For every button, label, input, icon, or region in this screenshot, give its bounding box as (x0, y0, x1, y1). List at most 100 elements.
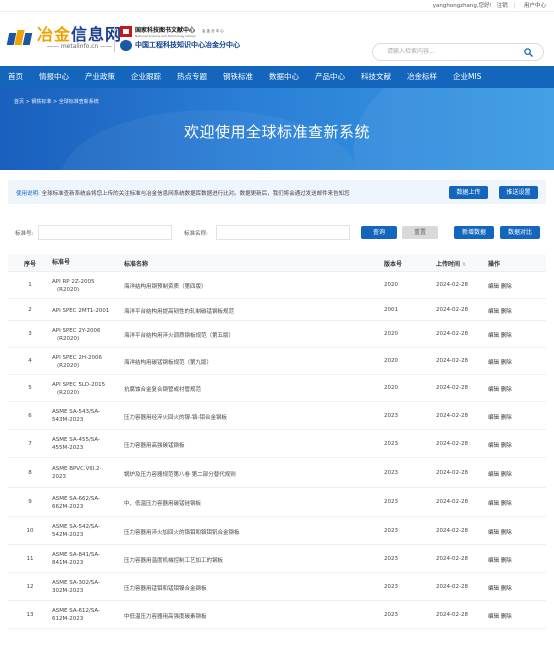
col-date[interactable]: 上传时间 ⇅ (436, 259, 466, 268)
edit-link[interactable]: 编辑 (488, 415, 499, 421)
row-version: 2001 (384, 306, 398, 313)
edit-link[interactable]: 编辑 (488, 558, 499, 564)
row-idx: 4 (28, 358, 32, 364)
row-upload-date: 2024-02-28 (436, 527, 468, 534)
row-upload-date: 2024-02-28 (436, 306, 468, 313)
delete-link[interactable]: 删除 (501, 558, 512, 564)
query-button[interactable]: 查询 (361, 226, 397, 239)
delete-link[interactable]: 删除 (501, 530, 512, 536)
edit-link[interactable]: 编辑 (488, 501, 499, 507)
row-std-no: ASME SA-543/SA- 543M-2023 (52, 409, 101, 423)
row-std-name: 海洋平台结构用提高韧性的轧制碳锰钢板规范 (124, 308, 235, 315)
push-settings-button[interactable]: 推送设置 (499, 186, 538, 199)
logout-link[interactable]: 注销 (497, 3, 508, 9)
reset-button[interactable]: 重置 (402, 226, 438, 239)
delete-link[interactable]: 删除 (501, 415, 512, 421)
edit-link[interactable]: 编辑 (488, 530, 499, 536)
delete-link[interactable]: 删除 (501, 472, 512, 478)
row-version: 2023 (384, 499, 398, 505)
partner-logos: 国家科技图书文献中心 National Science and Technolo… (120, 24, 240, 52)
row-std-name: 海洋结构用碳锰钢板规范（第九版） (124, 360, 213, 366)
edit-link[interactable]: 编辑 (488, 333, 499, 339)
row-idx: 5 (28, 385, 32, 391)
delete-link[interactable]: 删除 (501, 309, 512, 315)
user-center-link[interactable]: 用户中心 (524, 3, 546, 9)
filter-bar: 标准号: 标准名称: 查询 重置 新增数据 数据对比 (8, 222, 546, 244)
edit-link[interactable]: 编辑 (488, 387, 499, 393)
row-actions: 编辑 删除 (488, 612, 512, 620)
table-header: 序号 标准号 标准名称 版本号 上传时间 ⇅ 操作 (8, 254, 546, 272)
edit-link[interactable]: 编辑 (488, 586, 499, 592)
nav-item-policy[interactable]: 产业政策 (77, 66, 123, 88)
nstl-logo-icon (120, 25, 132, 37)
breadcrumb[interactable]: 首页 > 钢铁标准 > 全球标准查新系统 (14, 98, 99, 105)
row-actions: 编辑 删除 (488, 441, 512, 449)
std-name-input[interactable] (216, 225, 350, 240)
row-std-no: ASME SA-455/SA- 455M-2023 (52, 437, 101, 451)
table-row: 7 ASME SA-455/SA- 455M-2023 压力容器用高强碳锰钢板 2023… (8, 430, 546, 458)
delete-link[interactable]: 删除 (501, 284, 512, 290)
row-idx: 11 (26, 555, 34, 562)
edit-link[interactable]: 编辑 (488, 360, 499, 366)
col-idx: 序号 (23, 261, 36, 268)
delete-link[interactable]: 删除 (501, 387, 512, 393)
data-upload-button[interactable]: 数据上传 (449, 186, 488, 199)
compare-data-button[interactable]: 数据对比 (500, 226, 540, 239)
site-logo[interactable]: 冶金信息网 —— metalinfo.cn —— (6, 26, 122, 51)
delete-link[interactable]: 删除 (501, 614, 512, 620)
row-idx: 8 (28, 469, 32, 476)
delete-link[interactable]: 删除 (501, 360, 512, 366)
header-divider (114, 26, 115, 52)
nav-item-products[interactable]: 产品中心 (307, 66, 353, 88)
row-std-no: ASME SA-612/SA- 612M-2023 (52, 608, 101, 622)
nav-item-intel[interactable]: 情报中心 (31, 66, 77, 88)
header: 冶金信息网 —— metalinfo.cn —— 国家科技图书文献中心 Nati… (0, 12, 554, 66)
nav-item-mis[interactable]: 企业MIS (445, 66, 489, 88)
add-data-button[interactable]: 新增数据 (454, 226, 494, 239)
edit-link[interactable]: 编辑 (488, 443, 499, 449)
row-std-no: ASME BPVC.VIII.2- 2023 (52, 466, 102, 480)
delete-link[interactable]: 删除 (501, 443, 512, 449)
row-actions: 编辑 删除 (488, 499, 512, 507)
row-actions: 编辑 删除 (488, 528, 512, 536)
delete-link[interactable]: 删除 (501, 501, 512, 507)
user-greeting: yanghongzhang,您好! (432, 3, 492, 9)
edit-link[interactable]: 编辑 (488, 309, 499, 315)
main-nav: 首页 情报中心 产业政策 企业跟踪 热点专题 钢铁标准 数据中心 产品中心 科技… (0, 66, 554, 88)
table-row: 6 ASME SA-543/SA- 543M-2023 压力容器用经淬火回火的镍-铬-… (8, 402, 546, 430)
table-row: 8 ASME BPVC.VIII.2- 2023 锅炉及压力容器规范第八卷 第二部分替… (8, 458, 546, 488)
row-upload-date: 2024-02-28 (436, 282, 468, 288)
row-std-no: API SPEC 2Y-2006 (R2020) (52, 327, 101, 342)
search-input[interactable] (387, 48, 517, 55)
nav-item-enterprise[interactable]: 企业跟踪 (123, 66, 169, 88)
delete-link[interactable]: 删除 (501, 333, 512, 339)
nav-item-topics[interactable]: 热点专题 (169, 66, 215, 88)
hero-banner: 首页 > 钢铁标准 > 全球标准查新系统 欢迎使用全球标准查新系统 (0, 88, 554, 170)
logo-url: —— metalinfo.cn —— (46, 43, 113, 50)
row-upload-date: 2024-02-28 (436, 611, 468, 618)
delete-link[interactable]: 删除 (501, 586, 512, 592)
row-std-no: ASME SA-302/SA- 302M-2023 (52, 580, 101, 594)
nav-item-literature[interactable]: 科技文献 (353, 66, 399, 88)
edit-link[interactable]: 编辑 (488, 614, 499, 620)
logo-mark-icon (6, 29, 34, 48)
row-version: 2020 (384, 385, 398, 391)
row-actions: 编辑 删除 (488, 307, 512, 315)
std-no-input[interactable] (38, 225, 172, 240)
row-idx: 12 (26, 583, 34, 590)
nav-item-home[interactable]: 首页 (0, 66, 31, 88)
col-ver: 版本号 (384, 261, 403, 268)
row-upload-date: 2024-02-28 (436, 555, 468, 562)
edit-link[interactable]: 编辑 (488, 284, 499, 290)
row-idx: 6 (28, 412, 32, 419)
row-std-name: 压力容器用温度机械控制工艺加工的钢板 (124, 557, 224, 564)
nav-item-samples[interactable]: 冶金标样 (399, 66, 445, 88)
search-icon[interactable] (524, 48, 533, 57)
row-upload-date: 2024-02-28 (436, 412, 468, 419)
edit-link[interactable]: 编辑 (488, 472, 499, 478)
sort-icon[interactable]: ⇅ (462, 262, 466, 268)
partner-sub-nstl: National Science and Technology Library (135, 33, 196, 38)
search-box (372, 43, 544, 61)
nav-item-standards[interactable]: 钢铁标准 (215, 66, 261, 88)
nav-item-data[interactable]: 数据中心 (261, 66, 307, 88)
